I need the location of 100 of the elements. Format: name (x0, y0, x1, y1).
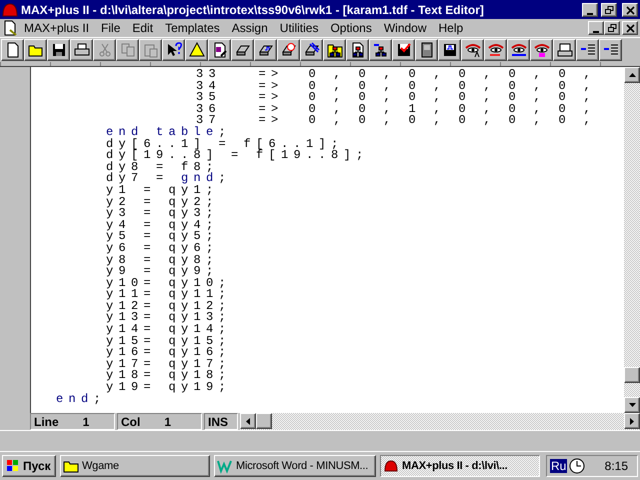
clock-icon (569, 458, 586, 474)
code-line: y3 = qy3; (105, 208, 220, 220)
code-line: dy8 = f8; (105, 162, 220, 174)
toolbar-button[interactable] (254, 39, 277, 61)
toolbar-button[interactable] (599, 39, 622, 61)
toolbar-button[interactable] (392, 39, 415, 61)
close-icon (626, 6, 634, 14)
toolbar-button[interactable] (277, 39, 300, 61)
down-arrow-icon (628, 403, 636, 407)
close-button[interactable] (622, 2, 638, 16)
code-line: 33 => 0 , 0 , 0 , 0 , 0 , 0 , (195, 69, 598, 81)
taskbar-button[interactable]: Microsoft Word - MINUSM... (214, 455, 376, 477)
status-label: Col (121, 414, 140, 428)
toolbar-button[interactable] (346, 39, 369, 61)
code-line: y9 = qy9; (105, 266, 219, 278)
restore-icon (608, 24, 616, 33)
minimize-icon (593, 31, 599, 33)
restore-button[interactable] (601, 2, 617, 16)
left-arrow-icon (246, 418, 250, 424)
toolbar-button[interactable] (24, 39, 47, 61)
toolbar-button[interactable] (530, 39, 553, 61)
minimize-button[interactable] (588, 21, 604, 35)
code-line: 34 => 0 , 0 , 0 , 0 , 0 , 0 , (195, 80, 598, 92)
restore-button[interactable] (604, 21, 620, 35)
toolbar-button[interactable] (162, 39, 185, 61)
code-line: dy[19..8] = f[19..8]; (105, 150, 370, 162)
eye-arrow-icon (488, 42, 504, 58)
toolbar-button[interactable] (300, 39, 323, 61)
toolbar-button[interactable] (93, 39, 116, 61)
scroll-right-button[interactable] (624, 413, 640, 429)
minimize-button[interactable] (582, 2, 598, 16)
toolbar-button[interactable] (116, 39, 139, 61)
scroll-thumb[interactable] (256, 413, 272, 429)
toolbar-button[interactable] (70, 39, 93, 61)
code-line: y8 = qy8; (105, 254, 220, 266)
toolbar-button[interactable] (208, 39, 231, 61)
menu-item[interactable]: Options (324, 21, 378, 35)
device-icon (418, 42, 434, 58)
chip-clock-icon (280, 42, 296, 58)
toolbar-button[interactable] (185, 39, 208, 61)
toolbar-button[interactable] (231, 39, 254, 61)
taskbar-button[interactable]: MAX+plus II - d:\lvi\... (380, 455, 540, 477)
code-line: y19= qy19; (105, 382, 232, 394)
toolbar-button[interactable] (438, 39, 461, 61)
right-arrow-icon (630, 418, 634, 424)
code-line: y12= qy12; (105, 300, 232, 312)
code-line: y2 = qy2; (105, 196, 220, 208)
up-arrow-icon (628, 73, 636, 77)
letter-w-icon (217, 458, 233, 474)
chip-probe-icon (304, 42, 320, 58)
language-indicator[interactable]: Ru (550, 459, 568, 473)
menu-item[interactable]: Help (432, 21, 470, 35)
menu-item[interactable]: Edit (126, 21, 160, 35)
copy-icon (120, 42, 136, 58)
scroll-left-button[interactable] (240, 413, 256, 429)
toolbar-button[interactable] (461, 39, 484, 61)
code-line: y11= qy11; (105, 289, 232, 301)
help-pointer-icon (166, 42, 182, 58)
scroll-up-button[interactable] (624, 67, 640, 83)
menu-item[interactable]: MAX+plus II (18, 21, 96, 35)
toolbar-button[interactable] (507, 39, 530, 61)
toolbar-button[interactable] (323, 39, 346, 61)
device-waveform-icon (442, 42, 458, 58)
toolbar-button[interactable] (415, 39, 438, 61)
scroll-down-button[interactable] (624, 397, 640, 413)
start-button[interactable]: Пуск (2, 455, 56, 477)
toolbar-button[interactable] (369, 39, 392, 61)
horizontal-scrollbar[interactable] (240, 413, 640, 430)
document-edit-icon (212, 42, 228, 58)
taskbar-button[interactable]: Wgame (60, 455, 210, 477)
menu-item[interactable]: Assign (226, 21, 274, 35)
toolbar-button[interactable] (47, 39, 70, 61)
code-line: y10= qy10; (105, 278, 232, 290)
window-title: MAX+plus II - d:\lvi\altera\project\introtex\tss90v6\rwk1 - [karam1.tdf - Text Editor] (21, 2, 485, 16)
printer-icon (74, 42, 90, 58)
toolbar-button[interactable] (1, 39, 24, 61)
scroll-thumb[interactable] (624, 367, 640, 383)
menu-item[interactable]: File (95, 21, 126, 35)
status-label: INS (208, 414, 228, 428)
code-line: y5 = qy5; (105, 231, 220, 243)
code-line: y1 = qy1; (105, 184, 220, 197)
menu-item[interactable]: Utilities (274, 21, 324, 35)
code-line: y18= qy18; (105, 370, 232, 382)
status-value: 1 (164, 414, 172, 428)
vertical-scrollbar[interactable] (624, 67, 640, 413)
hierarchy-icon (372, 42, 388, 58)
menu-item[interactable]: Templates (159, 21, 226, 35)
warning-triangle-icon (188, 42, 204, 58)
code-line: dy7 = gnd; (105, 173, 232, 185)
close-button[interactable] (622, 21, 638, 35)
restore-icon (604, 6, 614, 14)
status-value: 1 (82, 414, 90, 428)
toolbar-button[interactable] (484, 39, 507, 61)
dome-icon (383, 458, 399, 474)
toolbar-button[interactable] (139, 39, 162, 61)
close-icon (626, 24, 634, 33)
menu-item[interactable]: Window (378, 21, 433, 35)
code-line: y4 = qy4; (105, 220, 220, 232)
toolbar-button[interactable] (553, 39, 576, 61)
toolbar-button[interactable] (576, 39, 599, 61)
